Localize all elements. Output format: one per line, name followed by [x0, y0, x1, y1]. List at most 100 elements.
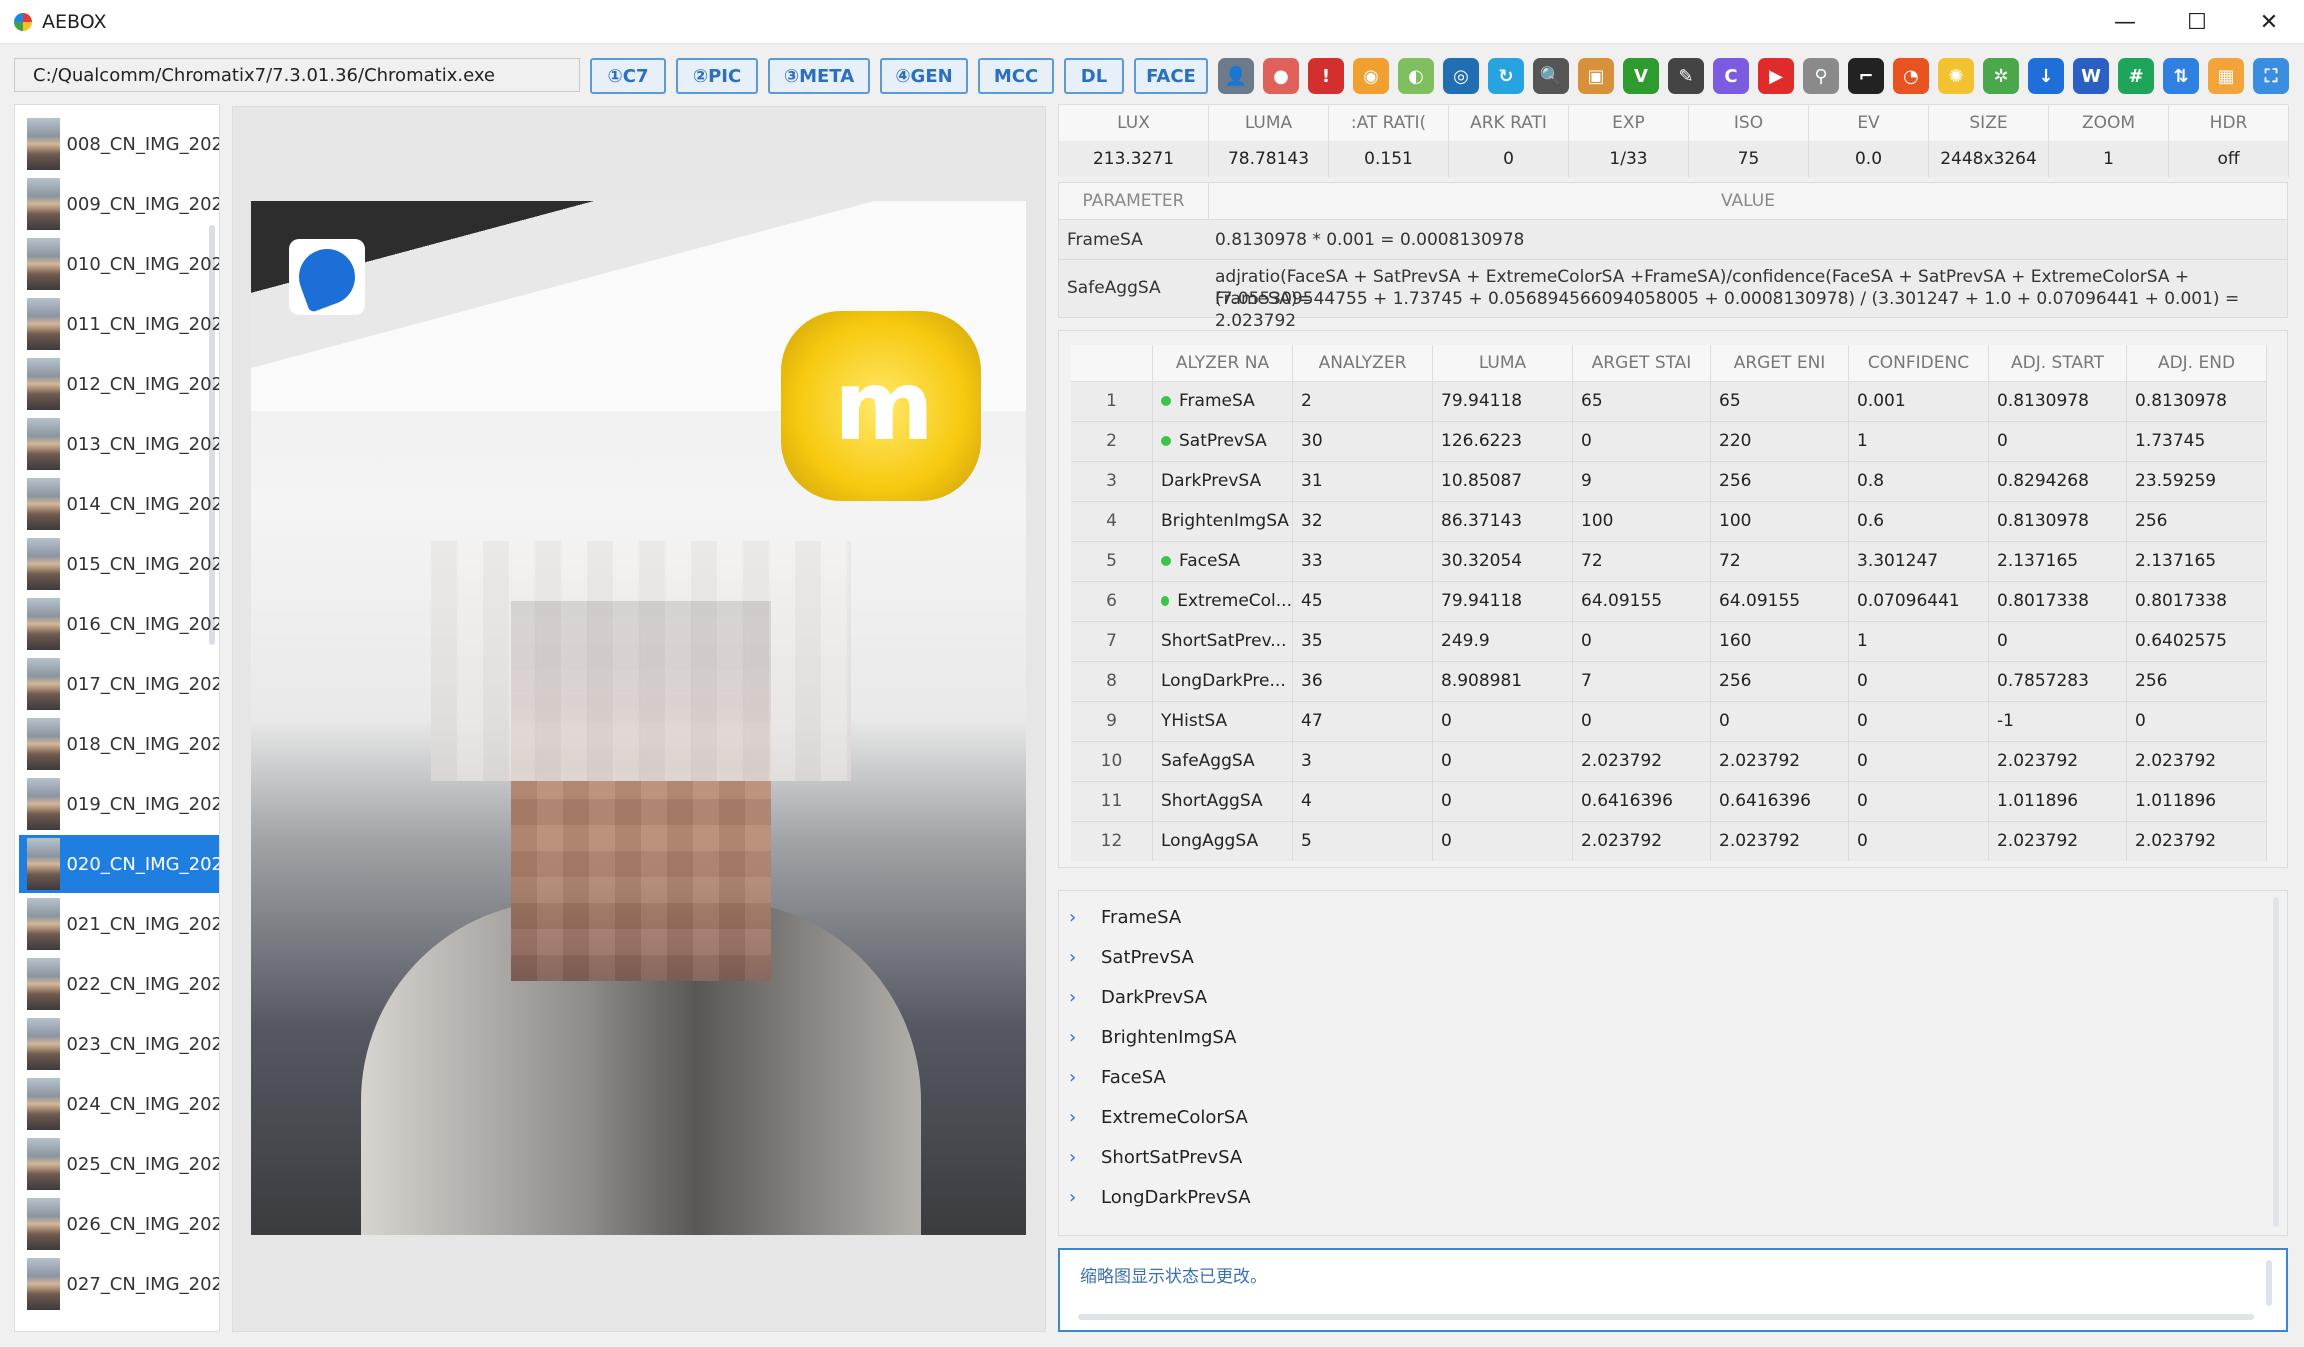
thumbnail-item[interactable]: 013_CN_IMG_202: [19, 415, 219, 473]
settings-icon[interactable]: ✲: [1983, 58, 2019, 94]
check-v-icon[interactable]: V: [1623, 58, 1659, 94]
thumbnail-item[interactable]: 021_CN_IMG_202: [19, 895, 219, 953]
alert-icon[interactable]: !: [1308, 58, 1344, 94]
pic-button[interactable]: ②PIC: [676, 58, 758, 94]
thumbnail-item[interactable]: 018_CN_IMG_202: [19, 715, 219, 773]
tree-item[interactable]: › SatPrevSA: [1069, 937, 1194, 977]
thumbnail-item[interactable]: 022_CN_IMG_202: [19, 955, 219, 1013]
note-icon[interactable]: ✎: [1668, 58, 1704, 94]
thumbnail-item[interactable]: 015_CN_IMG_202: [19, 535, 219, 593]
analyzer-target-end-text: 2.023792: [1719, 751, 1801, 771]
thumbnail-item[interactable]: 016_CN_IMG_202: [19, 595, 219, 653]
hash-icon[interactable]: #: [2118, 58, 2154, 94]
thumbnail-item[interactable]: 008_CN_IMG_202: [19, 115, 219, 173]
thumbnail-list[interactable]: 008_CN_IMG_202 009_CN_IMG_202 010_CN_IMG_2…: [14, 104, 220, 1332]
grid-icon[interactable]: ▦: [2208, 58, 2244, 94]
chevron-right-icon[interactable]: ›: [1069, 987, 1083, 1008]
user-icon[interactable]: 👤: [1218, 58, 1254, 94]
refresh-icon[interactable]: ↻: [1488, 58, 1524, 94]
thumbnail-item[interactable]: 012_CN_IMG_202: [19, 355, 219, 413]
analyzer-header[interactable]: CONFIDENC: [1849, 345, 1989, 381]
c-letter-icon[interactable]: C: [1713, 58, 1749, 94]
chevron-right-icon[interactable]: ›: [1069, 1107, 1083, 1128]
capture-icon[interactable]: ⛶: [2253, 58, 2289, 94]
magnifier-icon[interactable]: 🔍: [1533, 58, 1569, 94]
tree-item[interactable]: › FrameSA: [1069, 897, 1181, 937]
chevron-right-icon[interactable]: ›: [1069, 1147, 1083, 1168]
thumbnail-item[interactable]: 020_CN_IMG_202: [19, 835, 219, 893]
thumbnail-item[interactable]: 024_CN_IMG_202: [19, 1075, 219, 1133]
analyzer-header[interactable]: ALYZER NA: [1153, 345, 1293, 381]
chevron-right-icon[interactable]: ›: [1069, 907, 1083, 928]
minimize-button[interactable]: —: [2090, 0, 2160, 44]
thumbnail-item[interactable]: 010_CN_IMG_202: [19, 235, 220, 293]
thumbnail-item[interactable]: 023_CN_IMG_202: [19, 1015, 219, 1073]
analyzer-target-start-text: 100: [1581, 511, 1614, 531]
thumbnail-item[interactable]: 014_CN_IMG_202: [19, 475, 219, 533]
maximize-button[interactable]: ☐: [2162, 0, 2232, 44]
thumbnail-item[interactable]: 011_CN_IMG_202: [19, 295, 219, 353]
thumbnail-item[interactable]: 027_CN_IMG_202: [19, 1255, 219, 1313]
tree-item[interactable]: › ExtremeColorSA: [1069, 1097, 1248, 1137]
analyzer-adj-start-text: 0.8294268: [1997, 471, 2089, 491]
tree-item[interactable]: › LongDarkPrevSA: [1069, 1177, 1251, 1217]
thumbnail-label: 010_CN_IMG_202: [66, 253, 220, 275]
tree-item[interactable]: › FaceSA: [1069, 1057, 1166, 1097]
analyzer-header[interactable]: LUMA: [1433, 345, 1573, 381]
browser-icon[interactable]: ◔: [1893, 58, 1929, 94]
toggle-icon[interactable]: ◐: [1398, 58, 1434, 94]
aperture-icon[interactable]: ◎: [1443, 58, 1479, 94]
mcc-button[interactable]: MCC: [978, 58, 1054, 94]
thumbnail-item[interactable]: 009_CN_IMG_202: [19, 175, 219, 233]
tree-item[interactable]: › BrightenImgSA: [1069, 1017, 1236, 1057]
tree-item[interactable]: › ShortSatPrevSA: [1069, 1137, 1242, 1177]
chevron-right-icon[interactable]: ›: [1069, 1027, 1083, 1048]
bulb-icon[interactable]: ✺: [1938, 58, 1974, 94]
thumbnail-item[interactable]: 026_CN_IMG_202: [19, 1195, 219, 1253]
chevron-right-icon[interactable]: ›: [1069, 1067, 1083, 1088]
log-output[interactable]: 缩略图显示状态已更改。: [1058, 1248, 2288, 1332]
dl-button[interactable]: DL: [1064, 58, 1124, 94]
stop-icon[interactable]: ●: [1263, 58, 1299, 94]
tree-scrollbar[interactable]: [2273, 897, 2279, 1227]
tree-item[interactable]: › DarkPrevSA: [1069, 977, 1207, 1017]
param-name: SafeAggSA: [1067, 278, 1161, 298]
thumbnail-image: [27, 238, 61, 290]
thumbnail-item[interactable]: 025_CN_IMG_202: [19, 1135, 219, 1193]
analyzer-header[interactable]: ADJ. START: [1989, 345, 2127, 381]
chevron-right-icon[interactable]: ›: [1069, 1187, 1083, 1208]
word-icon[interactable]: W: [2073, 58, 2109, 94]
color-wheel-icon[interactable]: ◉: [1353, 58, 1389, 94]
log-vertical-scrollbar[interactable]: [2266, 1260, 2272, 1306]
analyzer-cell-target-start: 0.6416396: [1573, 781, 1711, 821]
play-icon[interactable]: ▶: [1758, 58, 1794, 94]
analyzer-cell-idx: 6: [1071, 581, 1153, 621]
analyzer-header[interactable]: ADJ. END: [2127, 345, 2267, 381]
crop-icon[interactable]: ⌐: [1848, 58, 1884, 94]
path-input[interactable]: [14, 58, 580, 92]
log-horizontal-scrollbar[interactable]: [1078, 1314, 2254, 1320]
param-row-safeaggsa[interactable]: SafeAggSA adjratio(FaceSA + SatPrevSA + …: [1059, 259, 2287, 331]
thumbnail-item[interactable]: 017_CN_IMG_202: [19, 655, 219, 713]
usb-icon[interactable]: ⚲: [1803, 58, 1839, 94]
close-button[interactable]: ✕: [2234, 0, 2304, 44]
analyzer-header[interactable]: [1071, 345, 1153, 381]
meta-button[interactable]: ③META: [768, 58, 870, 94]
chevron-right-icon[interactable]: ›: [1069, 947, 1083, 968]
thumbnail-item[interactable]: 019_CN_IMG_202: [19, 775, 219, 833]
face-button[interactable]: FACE: [1134, 58, 1208, 94]
param-row-framesa[interactable]: FrameSA 0.8130978 * 0.001 = 0.0008130978: [1059, 219, 2287, 259]
analyzer-cell-luma: 0: [1433, 741, 1573, 781]
analyzer-cell-idx: 2: [1071, 421, 1153, 461]
analyzer-header[interactable]: ANALYZER: [1293, 345, 1433, 381]
c7-button[interactable]: ①C7: [590, 58, 666, 94]
analyzer-header[interactable]: ARGET ENI: [1711, 345, 1849, 381]
analyzer-header[interactable]: ARGET STAI: [1573, 345, 1711, 381]
thumbnail-image: [27, 958, 61, 1010]
gen-button[interactable]: ④GEN: [880, 58, 968, 94]
analyzer-adj-start-text: 0: [1997, 431, 2008, 451]
image-icon[interactable]: ▣: [1578, 58, 1614, 94]
download-icon[interactable]: ↓: [2028, 58, 2064, 94]
transfer-icon[interactable]: ⇅: [2163, 58, 2199, 94]
thumbnail-image: [27, 1138, 61, 1190]
